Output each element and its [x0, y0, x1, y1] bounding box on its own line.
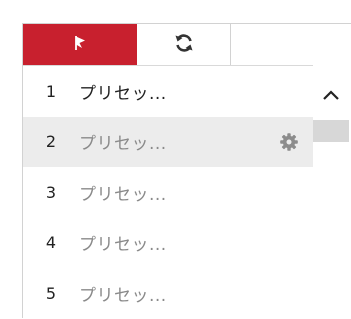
scroll-thumb[interactable]	[313, 120, 349, 142]
preset-number: 2	[45, 132, 57, 152]
preset-number: 1	[45, 81, 57, 101]
tab-presets[interactable]	[23, 24, 137, 65]
preset-number: 3	[45, 182, 57, 202]
ptz-tab-bar	[23, 24, 351, 65]
preset-number: 4	[45, 233, 57, 253]
preset-name: プリセッ...	[79, 83, 167, 104]
scrollbar[interactable]	[313, 65, 351, 319]
preset-name: プリセッ...	[79, 285, 167, 306]
list-item[interactable]: 5 プリセッ...	[23, 268, 313, 319]
chevron-up-icon	[322, 86, 340, 105]
preset-number: 5	[45, 283, 57, 303]
refresh-icon	[173, 32, 195, 58]
list-item[interactable]: 2 プリセッ...	[23, 116, 313, 167]
flag-icon	[70, 33, 90, 57]
list-item[interactable]: 4 プリセッ...	[23, 218, 313, 269]
preset-name: プリセッ...	[79, 235, 167, 256]
gear-icon[interactable]	[279, 132, 299, 152]
preset-name: プリセッ...	[79, 134, 167, 155]
list-item[interactable]: 1 プリセッ...	[23, 66, 313, 117]
list-item[interactable]: 3 プリセッ...	[23, 167, 313, 218]
preset-name: プリセッ...	[79, 184, 167, 205]
tab-patrols[interactable]	[137, 24, 231, 65]
preset-list: 1 プリセッ... 2 プリセッ... 3 プリセッ... 4 プリセッ... …	[23, 65, 313, 319]
tab-patterns[interactable]	[231, 24, 351, 65]
ptz-preset-panel: 1 プリセッ... 2 プリセッ... 3 プリセッ... 4 プリセッ... …	[22, 23, 351, 319]
scroll-up-button[interactable]	[313, 79, 349, 111]
